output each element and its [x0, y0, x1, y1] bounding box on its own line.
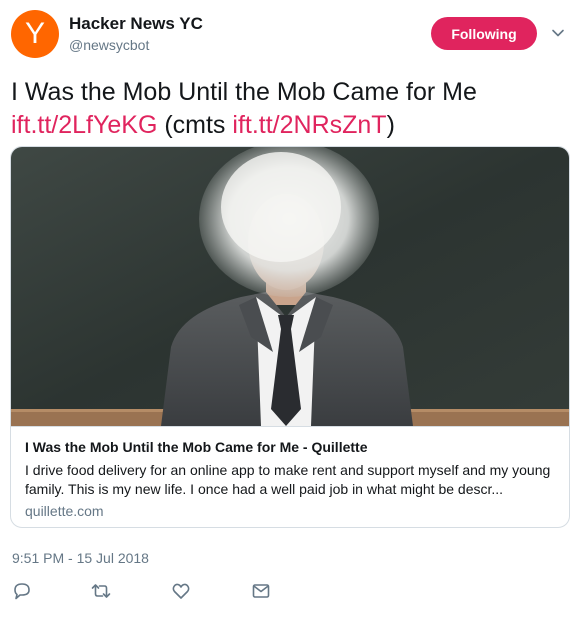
reply-button[interactable]	[11, 580, 33, 602]
retweet-icon	[91, 584, 111, 598]
like-icon	[172, 583, 190, 599]
tweet-headline: I Was the Mob Until the Mob Came for Me	[11, 78, 477, 106]
following-button[interactable]: Following	[431, 17, 537, 50]
retweet-button[interactable]	[90, 580, 112, 602]
link-card[interactable]: I Was the Mob Until the Mob Came for Me …	[10, 146, 570, 528]
tweet: Y Hacker News YC @newsycbot Following I …	[0, 0, 581, 619]
direct-message-button[interactable]	[250, 580, 272, 602]
handle[interactable]: @newsycbot	[69, 37, 149, 53]
tweet-text: I Was the Mob Until the Mob Came for Me …	[11, 76, 571, 142]
card-domain: quillette.com	[25, 503, 104, 519]
avatar[interactable]: Y	[11, 10, 59, 58]
comments-suffix: )	[386, 111, 395, 139]
article-link[interactable]: ift.tt/2LfYeKG	[11, 111, 157, 139]
comments-prefix: (cmts	[157, 111, 233, 139]
card-body[interactable]: I Was the Mob Until the Mob Came for Me …	[11, 426, 569, 527]
message-icon	[252, 584, 270, 598]
chevron-down-icon[interactable]	[551, 26, 565, 40]
card-image[interactable]	[11, 147, 569, 426]
card-title[interactable]: I Was the Mob Until the Mob Came for Me …	[25, 439, 368, 455]
display-name[interactable]: Hacker News YC	[69, 14, 203, 34]
comments-link[interactable]: ift.tt/2NRsZnT	[232, 111, 386, 139]
reply-icon	[14, 583, 30, 600]
card-description: I drive food delivery for an online app …	[25, 462, 551, 497]
action-bar	[0, 580, 581, 608]
timestamp[interactable]: 9:51 PM - 15 Jul 2018	[12, 550, 149, 566]
like-button[interactable]	[170, 580, 192, 602]
